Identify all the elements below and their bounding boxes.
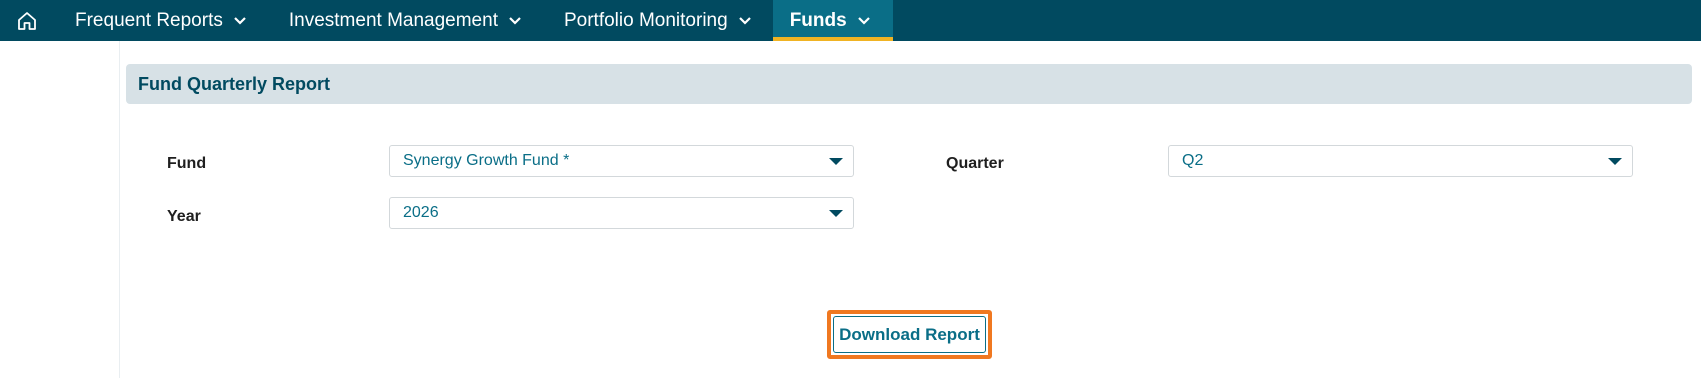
download-button-highlight: Download Report <box>827 310 992 359</box>
panel-header: Fund Quarterly Report <box>126 64 1692 104</box>
nav-item-portfolio-monitoring[interactable]: Portfolio Monitoring <box>543 0 773 41</box>
nav-item-funds[interactable]: Funds <box>772 0 893 41</box>
quarter-label: Quarter <box>946 155 1004 172</box>
dropdown-caret-icon <box>829 210 843 217</box>
nav-item-investment-management[interactable]: Investment Management <box>268 0 543 41</box>
chevron-down-icon <box>508 16 522 26</box>
quarter-select[interactable]: Q2 <box>1168 145 1633 177</box>
nav-item-label: Investment Management <box>288 9 498 31</box>
download-report-button[interactable]: Download Report <box>833 316 986 353</box>
chevron-down-icon <box>233 16 247 26</box>
top-navigation-bar: Frequent Reports Investment Management P… <box>0 0 1701 41</box>
year-select-value: 2026 <box>403 204 439 221</box>
chevron-down-icon <box>738 16 752 26</box>
fund-select[interactable]: Synergy Growth Fund * <box>389 145 854 177</box>
page-title: Fund Quarterly Report <box>138 73 331 94</box>
dropdown-caret-icon <box>1608 158 1622 165</box>
year-label: Year <box>167 208 201 225</box>
nav-item-label: Frequent Reports <box>75 9 223 31</box>
quarter-select-value: Q2 <box>1182 152 1204 169</box>
content-divider <box>119 41 120 378</box>
dropdown-caret-icon <box>829 158 843 165</box>
fund-select-value: Synergy Growth Fund * <box>403 152 570 169</box>
fund-label: Fund <box>167 155 207 172</box>
home-button[interactable] <box>0 0 54 41</box>
home-icon <box>18 11 36 30</box>
nav-item-label: Portfolio Monitoring <box>563 9 728 31</box>
year-select[interactable]: 2026 <box>389 197 854 229</box>
nav-item-label: Funds <box>789 9 847 31</box>
nav-item-frequent-reports[interactable]: Frequent Reports <box>54 0 268 41</box>
chevron-down-icon <box>857 16 871 26</box>
